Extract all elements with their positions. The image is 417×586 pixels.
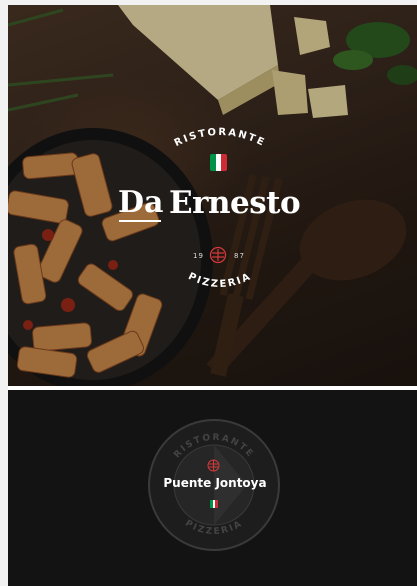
year-left: 19: [193, 252, 204, 260]
pizzeria-arc-text: PIZZERIA: [186, 271, 253, 290]
italian-flag-icon: [210, 154, 227, 171]
year-right: 87: [234, 252, 245, 260]
svg-text:RISTORANTE: RISTORANTE: [173, 127, 268, 149]
brand-name: Ernesto: [169, 185, 301, 221]
svg-text:PIZZERIA: PIZZERIA: [186, 271, 253, 290]
badge-emblem-icon: [207, 459, 220, 472]
badge-flag-icon: [210, 500, 219, 508]
brand-da: Da: [118, 185, 164, 220]
brand-underline: [119, 220, 161, 222]
restaurant-emblem-icon: [209, 246, 227, 264]
brand-logo: Da Ernesto: [118, 183, 328, 227]
ristorante-arc-text: RISTORANTE: [173, 127, 268, 149]
location-name[interactable]: Puente Jontoya: [130, 476, 300, 490]
